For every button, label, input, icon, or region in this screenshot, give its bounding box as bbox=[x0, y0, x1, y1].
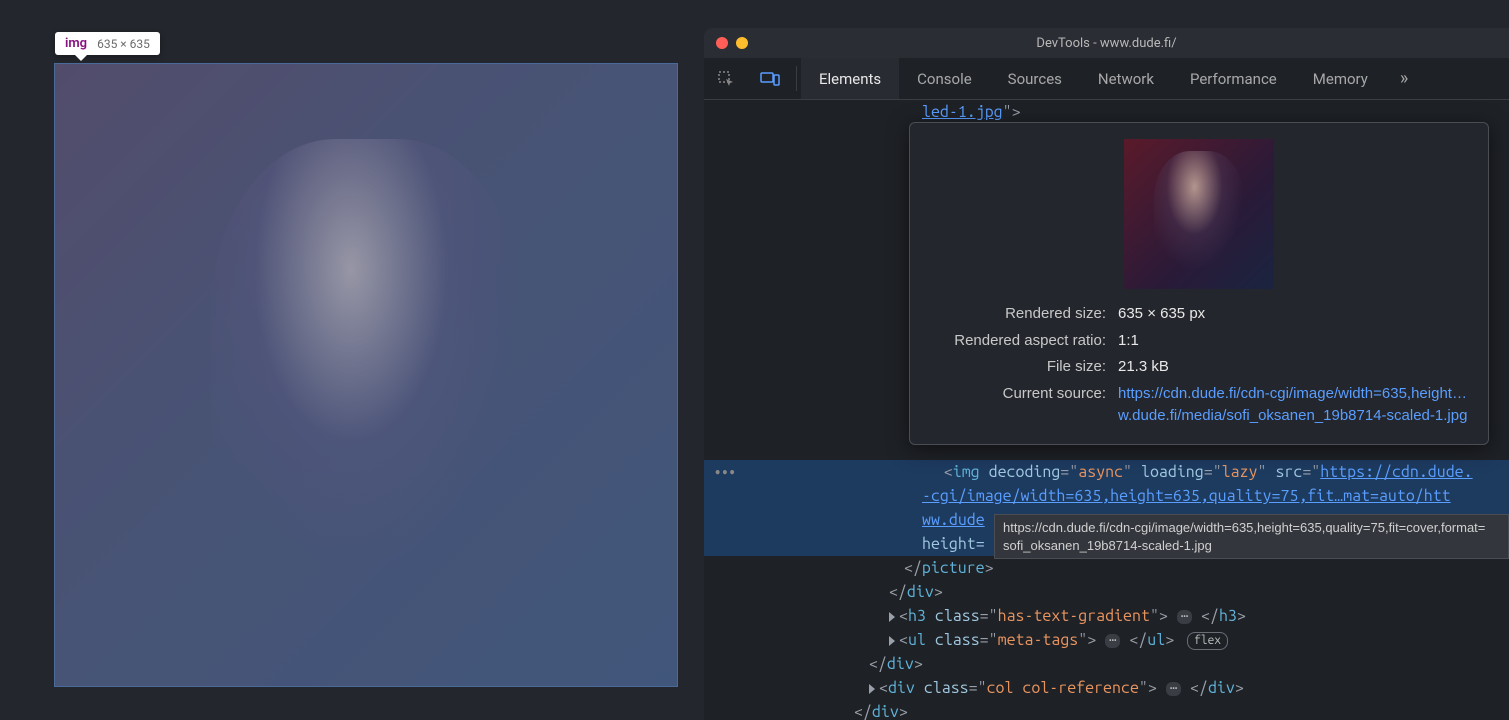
dom-line[interactable]: </div> bbox=[704, 700, 1509, 720]
h3-class: has-text-gradient bbox=[998, 607, 1150, 625]
dom-line[interactable]: </picture> bbox=[704, 556, 1509, 580]
image-hover-card: Rendered size: 635 × 635 px Rendered asp… bbox=[909, 122, 1489, 445]
devtools-window: DevTools - www.dude.fi/ Elements Console… bbox=[704, 28, 1509, 720]
hover-thumbnail bbox=[1124, 139, 1274, 289]
tab-memory[interactable]: Memory bbox=[1295, 58, 1386, 99]
element-inspect-tooltip: img 635 × 635 bbox=[55, 32, 160, 55]
tab-separator bbox=[796, 66, 797, 91]
tooltip-tag-name: img bbox=[65, 36, 87, 51]
ellipsis-icon[interactable]: ⋯ bbox=[1177, 610, 1192, 624]
expand-triangle-icon[interactable] bbox=[869, 684, 875, 694]
tab-performance[interactable]: Performance bbox=[1172, 58, 1295, 99]
tab-elements[interactable]: Elements bbox=[801, 58, 899, 99]
minimize-window-button[interactable] bbox=[736, 37, 748, 49]
dom-line-selected-cont[interactable]: -cgi/image/width=635,height=635,quality=… bbox=[704, 484, 1509, 508]
more-tabs-icon[interactable]: » bbox=[1386, 58, 1422, 99]
dom-line-selected[interactable]: ••• <img decoding="async" loading="lazy"… bbox=[704, 460, 1509, 484]
tab-network[interactable]: Network bbox=[1080, 58, 1172, 99]
value-aspect-ratio: 1:1 bbox=[1118, 330, 1472, 353]
thumb-placeholder bbox=[1154, 151, 1244, 271]
value-file-size: 21.3 kB bbox=[1118, 356, 1472, 379]
devtools-title: DevTools - www.dude.fi/ bbox=[1036, 36, 1176, 51]
selection-marker: ••• bbox=[708, 466, 736, 480]
label-aspect-ratio: Rendered aspect ratio: bbox=[926, 330, 1106, 353]
url-hover-tooltip: https://cdn.dude.fi/cdn-cgi/image/width=… bbox=[994, 514, 1509, 559]
expand-triangle-icon[interactable] bbox=[889, 612, 895, 622]
dom-line[interactable]: <ul class="meta-tags"> ⋯ </ul> flex bbox=[704, 628, 1509, 652]
close-window-button[interactable] bbox=[716, 37, 728, 49]
attr-loading: lazy bbox=[1222, 463, 1258, 481]
url-tooltip-text: https://cdn.dude.fi/cdn-cgi/image/width=… bbox=[1003, 520, 1485, 553]
tab-console[interactable]: Console bbox=[899, 58, 990, 99]
window-controls bbox=[716, 37, 748, 49]
inspect-highlight-overlay bbox=[55, 64, 677, 686]
tooltip-dimensions: 635 × 635 bbox=[97, 37, 150, 51]
div-class: col col-reference bbox=[987, 679, 1139, 697]
src-url-fragment[interactable]: led-1.jpg bbox=[922, 103, 1003, 121]
inspected-image-area bbox=[54, 63, 678, 687]
dom-line[interactable]: <h3 class="has-text-gradient"> ⋯ </h3> bbox=[704, 604, 1509, 628]
label-file-size: File size: bbox=[926, 356, 1106, 379]
tab-sources[interactable]: Sources bbox=[990, 58, 1080, 99]
devtools-titlebar: DevTools - www.dude.fi/ bbox=[704, 28, 1509, 58]
value-current-source[interactable]: https://cdn.dude.fi/cdn-cgi/image/width=… bbox=[1118, 383, 1472, 428]
attr-src-line1[interactable]: https://cdn.dude. bbox=[1320, 463, 1472, 481]
attr-src-line2[interactable]: -cgi/image/width=635,height=635,quality=… bbox=[922, 487, 1451, 505]
ellipsis-icon[interactable]: ⋯ bbox=[1105, 634, 1120, 648]
dom-line[interactable]: </div> bbox=[704, 652, 1509, 676]
dom-line[interactable]: </div> bbox=[704, 580, 1509, 604]
ul-class: meta-tags bbox=[998, 631, 1079, 649]
expand-triangle-icon[interactable] bbox=[889, 636, 895, 646]
devtools-tabbar: Elements Console Sources Network Perform… bbox=[704, 58, 1509, 100]
attr-src-line3[interactable]: ww.dude bbox=[922, 511, 985, 529]
value-rendered-size: 635 × 635 px bbox=[1118, 303, 1472, 326]
dom-line[interactable]: <div class="col col-reference"> ⋯ </div> bbox=[704, 676, 1509, 700]
flex-badge[interactable]: flex bbox=[1187, 632, 1228, 650]
attr-height-label: height= bbox=[922, 535, 985, 553]
attr-decoding: async bbox=[1078, 463, 1123, 481]
elements-panel[interactable]: led-1.jpg"> Rendered size: 635 × 635 px … bbox=[704, 100, 1509, 720]
toggle-device-toolbar-icon[interactable] bbox=[748, 58, 792, 99]
ellipsis-icon[interactable]: ⋯ bbox=[1166, 682, 1181, 696]
inspect-element-icon[interactable] bbox=[704, 58, 748, 99]
label-rendered-size: Rendered size: bbox=[926, 303, 1106, 326]
dom-line[interactable]: led-1.jpg"> bbox=[704, 100, 1509, 124]
label-current-source: Current source: bbox=[926, 383, 1106, 428]
